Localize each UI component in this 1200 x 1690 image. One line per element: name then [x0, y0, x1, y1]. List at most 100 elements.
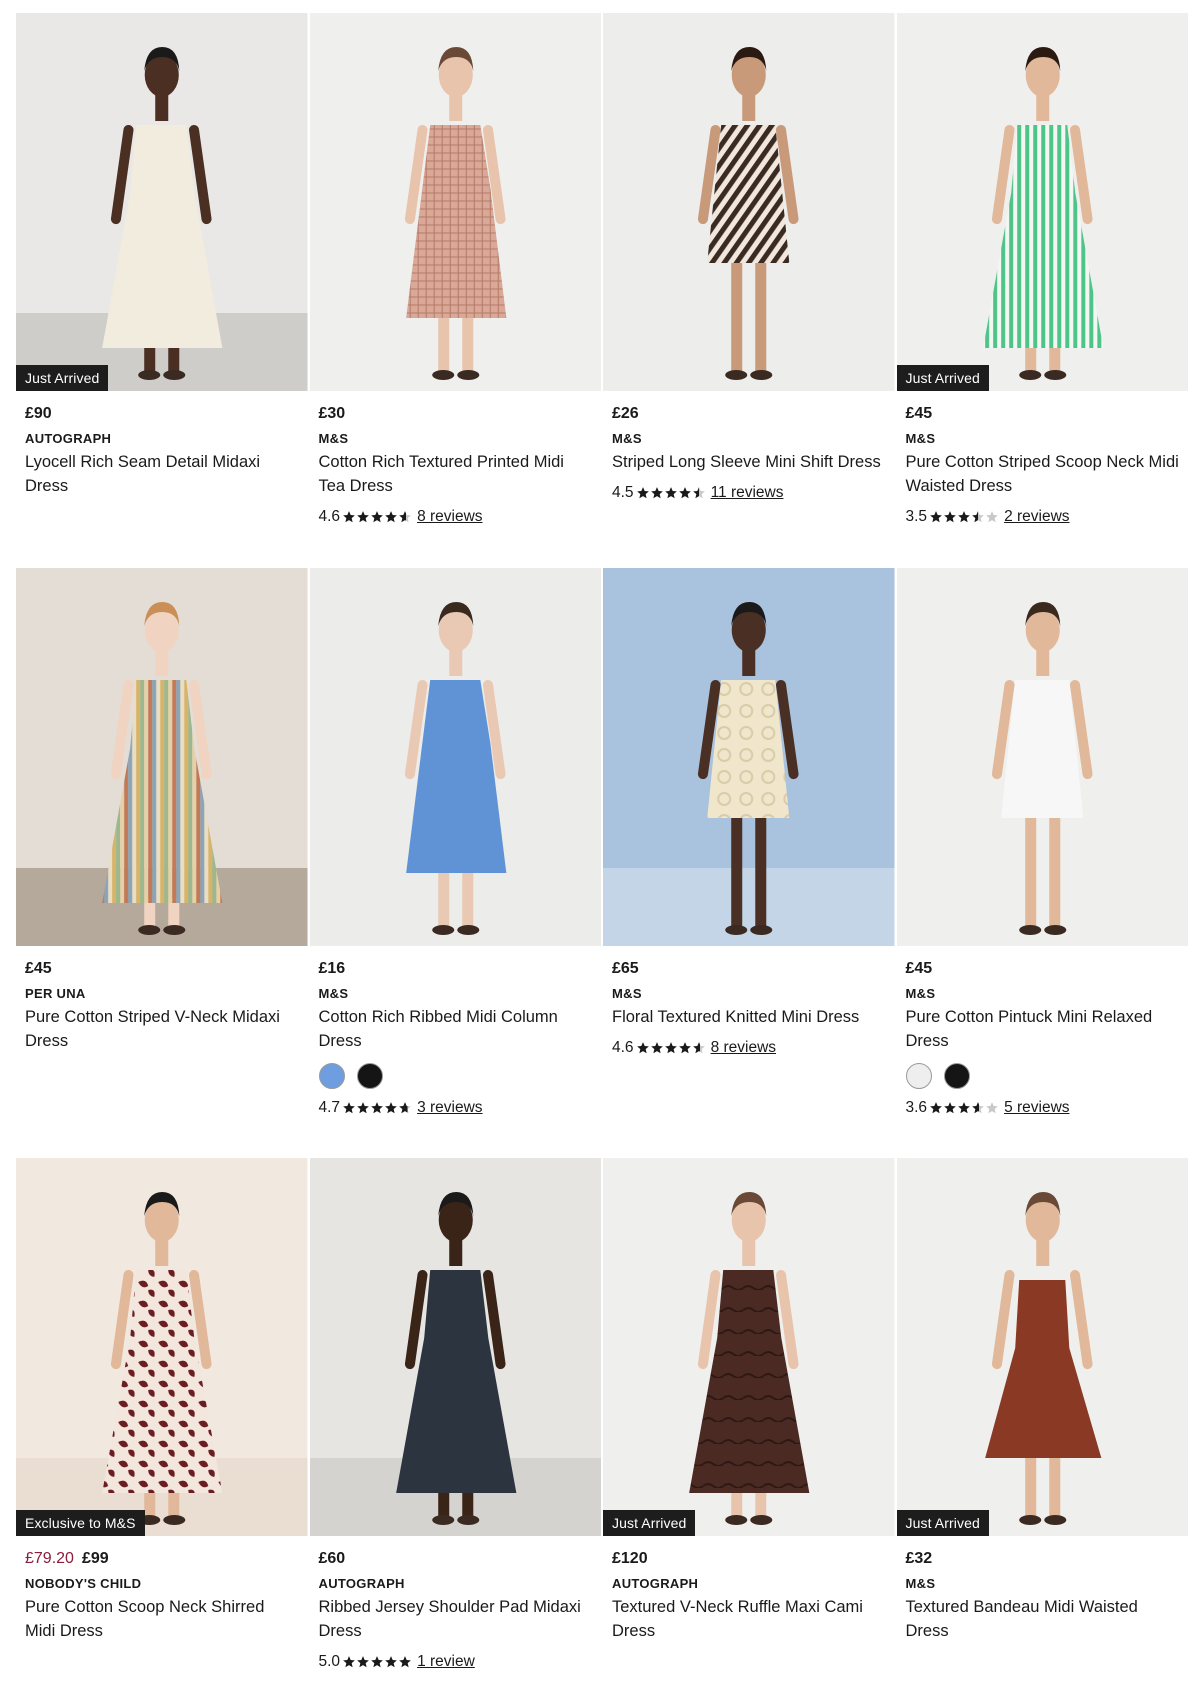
product-price: £26	[612, 403, 886, 425]
product-price: £120	[612, 1548, 886, 1570]
product-photo[interactable]	[603, 568, 895, 946]
product-card[interactable]: £30 M&S Cotton Rich Textured Printed Midi …	[309, 13, 602, 528]
product-card[interactable]: Just Arrived £32 M&S Textured Bandeau Midi …	[896, 1158, 1189, 1673]
product-name[interactable]: Lyocell Rich Seam Detail Midaxi Dress	[25, 450, 299, 498]
star-rating	[636, 1041, 706, 1055]
product-card[interactable]: Just Arrived £45 M&S Pure Cotton Striped Sc…	[896, 13, 1189, 528]
star-icon	[357, 1656, 369, 1668]
product-brand: M&S	[905, 1576, 936, 1591]
product-image[interactable]	[309, 568, 602, 946]
product-name[interactable]: Cotton Rich Ribbed Midi Column Dress	[319, 1005, 593, 1053]
product-image[interactable]	[16, 568, 308, 946]
regular-price: £90	[25, 405, 52, 422]
colour-swatch[interactable]	[356, 1063, 383, 1089]
product-price: £45	[906, 403, 1180, 425]
product-card[interactable]: £60 AUTOGRAPH Ribbed Jersey Shoulder Pad M…	[309, 1158, 602, 1673]
product-photo[interactable]	[16, 568, 308, 946]
product-image[interactable]: Just Arrived	[896, 13, 1189, 391]
reviews-link[interactable]: 2 reviews	[1004, 508, 1069, 526]
regular-price: £60	[318, 1550, 346, 1567]
colour-swatches	[318, 1063, 593, 1089]
product-brand: AUTOGRAPH	[318, 1576, 405, 1591]
product-card[interactable]: Just Arrived £90 AUTOGRAPH Lyocell Rich Sea…	[16, 13, 308, 528]
reviews-link[interactable]: 3 reviews	[417, 1099, 482, 1117]
product-name[interactable]: Floral Textured Knitted Mini Dress	[612, 1005, 886, 1029]
star-rating	[929, 1101, 999, 1115]
star-icon	[678, 487, 691, 499]
product-brand: M&S	[905, 986, 936, 1001]
product-name[interactable]: Pure Cotton Scoop Neck Shirred Midi Dres…	[25, 1595, 299, 1643]
product-photo[interactable]	[309, 1158, 602, 1536]
product-image[interactable]	[603, 568, 895, 946]
product-info: £65 M&S Floral Textured Knitted Mini Dress…	[603, 946, 895, 1059]
product-photo[interactable]	[896, 568, 1189, 946]
product-info: £79.20 £99 NOBODY'S CHILD Pure Cotton Scoop…	[16, 1536, 308, 1643]
product-info: £26 M&S Striped Long Sleeve Mini Shift Dre…	[603, 391, 895, 504]
product-name[interactable]: Ribbed Jersey Shoulder Pad Midaxi Dress	[319, 1595, 593, 1643]
regular-price: £120	[612, 1550, 648, 1567]
product-name[interactable]: Pure Cotton Pintuck Mini Relaxed Dress	[906, 1005, 1180, 1053]
product-photo[interactable]	[309, 13, 602, 391]
product-photo[interactable]	[16, 1158, 308, 1536]
product-badge: Just Arrived	[16, 365, 109, 391]
product-image[interactable]	[309, 13, 602, 391]
product-image[interactable]	[896, 568, 1189, 946]
product-image[interactable]	[309, 1158, 602, 1536]
product-name[interactable]: Textured V-Neck Ruffle Maxi Cami Dress	[612, 1595, 886, 1643]
product-photo[interactable]	[603, 13, 895, 391]
star-icon	[692, 1042, 705, 1054]
colour-swatch[interactable]	[905, 1063, 932, 1089]
product-card[interactable]: £45 M&S Pure Cotton Pintuck Mini Relaxed D…	[896, 568, 1189, 1119]
product-photo[interactable]	[603, 1158, 895, 1536]
rating-value: 4.5	[612, 484, 634, 501]
reviews-link[interactable]: 11 reviews	[711, 484, 784, 502]
product-card[interactable]: £45 PER UNA Pure Cotton Striped V-Neck Mid…	[16, 568, 308, 1119]
product-price: £79.20 £99	[25, 1548, 299, 1570]
colour-swatch[interactable]	[318, 1063, 345, 1089]
product-row: Just Arrived £90 AUTOGRAPH Lyocell Rich Sea…	[16, 13, 1188, 528]
product-info: £45 M&S Pure Cotton Pintuck Mini Relaxed D…	[897, 946, 1189, 1119]
product-brand: M&S	[905, 431, 936, 446]
product-rating: 4.5 11 reviews	[612, 482, 886, 504]
product-info: £60 AUTOGRAPH Ribbed Jersey Shoulder Pad M…	[310, 1536, 602, 1673]
product-image[interactable]: Just Arrived	[16, 13, 308, 391]
product-brand: AUTOGRAPH	[25, 431, 112, 446]
product-name[interactable]: Pure Cotton Striped Scoop Neck Midi Wais…	[906, 450, 1180, 498]
star-icon	[399, 1102, 411, 1114]
reviews-link[interactable]: 8 reviews	[417, 508, 482, 526]
product-card[interactable]: £26 M&S Striped Long Sleeve Mini Shift Dre…	[603, 13, 895, 528]
star-icon	[678, 1042, 691, 1054]
regular-price: £26	[612, 405, 639, 422]
product-card[interactable]: Exclusive to M&S £79.20 £99 NOBODY'S CHILD P…	[16, 1158, 308, 1673]
reviews-link[interactable]: 8 reviews	[711, 1039, 776, 1057]
product-card[interactable]: Just Arrived £120 AUTOGRAPH Textured V-Neck…	[603, 1158, 895, 1673]
product-name[interactable]: Pure Cotton Striped V-Neck Midaxi Dress	[25, 1005, 299, 1053]
product-image[interactable]: Just Arrived	[896, 1158, 1189, 1536]
product-photo[interactable]	[309, 568, 602, 946]
star-icon	[343, 1102, 355, 1114]
product-photo[interactable]	[896, 13, 1189, 391]
reviews-link[interactable]: 5 reviews	[1004, 1099, 1069, 1117]
star-icon	[958, 1102, 970, 1114]
star-icon	[385, 511, 397, 523]
product-image[interactable]: Exclusive to M&S	[16, 1158, 308, 1536]
reviews-link[interactable]: 1 review	[417, 1653, 475, 1671]
product-name[interactable]: Striped Long Sleeve Mini Shift Dress	[612, 450, 886, 474]
star-icon	[958, 511, 970, 523]
product-photo[interactable]	[896, 1158, 1189, 1536]
product-image[interactable]	[603, 13, 895, 391]
rating-value: 4.6	[612, 1039, 634, 1056]
product-info: £45 PER UNA Pure Cotton Striped V-Neck Mid…	[16, 946, 308, 1053]
star-icon	[944, 1102, 956, 1114]
product-photo[interactable]	[16, 13, 308, 391]
rating-value: 5.0	[318, 1653, 341, 1670]
colour-swatch[interactable]	[943, 1063, 970, 1089]
product-image[interactable]: Just Arrived	[603, 1158, 895, 1536]
product-name[interactable]: Textured Bandeau Midi Waisted Dress	[906, 1595, 1180, 1643]
product-card[interactable]: £65 M&S Floral Textured Knitted Mini Dress…	[603, 568, 895, 1119]
product-card[interactable]: £16 M&S Cotton Rich Ribbed Midi Column Dre…	[309, 568, 602, 1119]
product-name[interactable]: Cotton Rich Textured Printed Midi Tea Dr…	[319, 450, 593, 498]
star-icon	[930, 511, 942, 523]
star-icon	[371, 1102, 383, 1114]
product-info: £32 M&S Textured Bandeau Midi Waisted Dres…	[897, 1536, 1189, 1643]
